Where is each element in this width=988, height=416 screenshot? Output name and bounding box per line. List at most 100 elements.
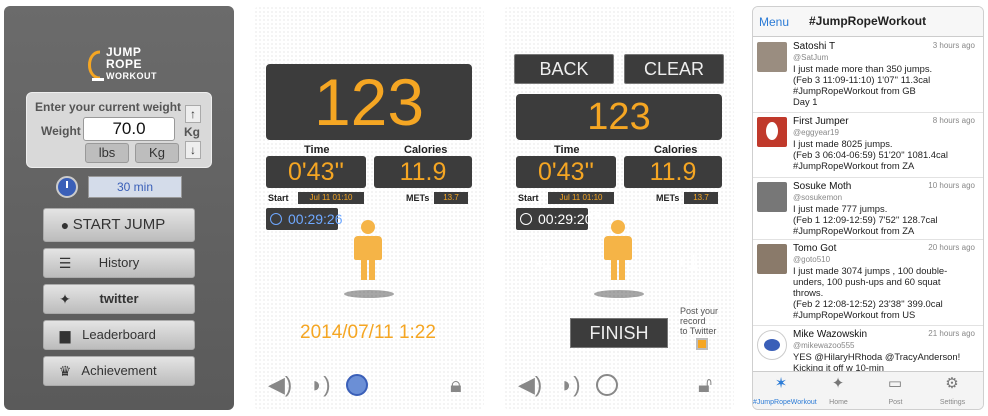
leaderboard-button[interactable]: ▆ Leaderboard — [43, 320, 195, 350]
tweet-author: Mike Wazowskin — [793, 329, 868, 340]
tweet-author: Sosuke Moth — [793, 181, 852, 192]
avatar — [757, 330, 787, 360]
tab-home[interactable]: ✦ Home — [810, 372, 867, 409]
menu-button[interactable]: Menu — [759, 15, 789, 29]
post-to-twitter-checkbox[interactable] — [696, 338, 708, 350]
tweet-item[interactable]: Satoshi T @SatJum 3 hours ago I just mad… — [753, 38, 983, 113]
twitter-button[interactable]: ✦ twitter — [43, 284, 195, 314]
weight-up-button[interactable]: ↑ — [185, 105, 201, 123]
elapsed-value: 00:29:26 — [288, 211, 343, 227]
unit-lbs-button[interactable]: lbs — [85, 143, 129, 163]
avatar — [757, 182, 787, 212]
unit-kg-button[interactable]: Kg — [135, 143, 179, 163]
voice-icon[interactable]: ◗) — [310, 372, 331, 398]
timer-value[interactable]: 30 min — [88, 176, 182, 198]
start-jump-button[interactable]: ● START JUMP — [43, 208, 195, 242]
speaker-icon[interactable]: ◀) — [518, 372, 542, 398]
weight-label: Weight — [41, 124, 81, 138]
jumper-figure — [602, 220, 634, 282]
tweet-item[interactable]: First Jumper @eggyear19 8 hours ago I ju… — [753, 113, 983, 178]
jump-count: 123 — [266, 64, 472, 140]
logo-line-3: WORKOUT — [106, 71, 157, 81]
elapsed-timer: 00:29:26 — [266, 208, 343, 230]
back-button[interactable]: BACK — [514, 54, 614, 84]
lock-icon[interactable]: 🔒︎ — [450, 372, 462, 398]
post-record-label: Post your record to Twitter — [680, 306, 719, 336]
weight-input[interactable]: 70.0 — [83, 117, 175, 141]
unlock-icon[interactable]: 🔓︎ — [698, 372, 712, 398]
calories-label: Calories — [654, 144, 698, 156]
tweet-author: Satoshi T — [793, 41, 836, 52]
minus-one-button[interactable]: -1 — [536, 252, 554, 275]
hashtag-icon: ✶ — [774, 375, 788, 392]
elapsed-value: 00:29:20 — [538, 211, 593, 227]
hashtag-title: #JumpRopeWorkout — [809, 14, 927, 28]
start-jump-label: START JUMP — [72, 216, 166, 233]
stopwatch-icon[interactable] — [346, 374, 368, 396]
jumper-figure — [352, 220, 384, 282]
avatar — [757, 244, 787, 274]
start-label: Start — [518, 193, 539, 203]
jump-count: 123 — [516, 94, 722, 140]
tab-label: Home — [829, 399, 848, 406]
session-datetime: 2014/07/11 1:22 — [300, 322, 436, 343]
tweet-author: First Jumper — [793, 116, 849, 127]
start-label: Start — [268, 193, 289, 203]
screen-jump-counter: 123 Time Calories 0'43'' 11.9 Start Jul … — [254, 6, 484, 410]
tweet-time: 21 hours ago — [928, 329, 975, 338]
speaker-icon[interactable]: ◀) — [268, 372, 292, 398]
tweet-handle: @SatJum — [793, 53, 829, 62]
avatar — [757, 42, 787, 72]
tweet-text: I just made 3074 jumps , 100 double- und… — [793, 265, 948, 320]
achievement-button[interactable]: ♛ Achievement — [43, 356, 195, 386]
screen-record-edit: BACK CLEAR 123 Time Calories 0'43'' 11.9… — [504, 6, 734, 410]
history-label: History — [98, 255, 140, 270]
tweet-handle: @eggyear19 — [793, 128, 839, 137]
clear-button[interactable]: CLEAR — [624, 54, 724, 84]
tweet-text: YES @HilaryHRhoda @TracyAnderson! Kickin… — [793, 351, 961, 373]
mets-value: 13.7 — [434, 192, 468, 204]
voice-icon[interactable]: ◗) — [560, 372, 581, 398]
tab-settings[interactable]: ⚙ Settings — [924, 372, 981, 409]
tweet-time: 20 hours ago — [928, 243, 975, 252]
screen-twitter-feed: Menu #JumpRopeWorkout Satoshi T @SatJum … — [752, 6, 984, 410]
leaderboard-label: Leaderboard — [82, 327, 156, 342]
tweet-time: 3 hours ago — [932, 41, 975, 50]
logo-line-2: ROPE — [106, 57, 143, 71]
finish-button[interactable]: FINISH — [570, 318, 668, 348]
gear-icon: ⚙ — [945, 375, 959, 392]
timer-setting[interactable]: 30 min — [56, 176, 182, 203]
screen-menu: JUMP ROPE WORKOUT Enter your current wei… — [4, 6, 234, 410]
tweet-text: I just made 777 jumps. (Feb 1 12:09-12:5… — [793, 203, 938, 236]
avatar — [757, 117, 787, 147]
person-icon: ● — [60, 217, 70, 233]
stopwatch-icon — [520, 213, 532, 225]
jumper-shadow — [344, 290, 394, 298]
weight-down-button[interactable]: ↓ — [185, 141, 201, 159]
list-icon: ☰ — [58, 255, 72, 271]
tweet-item[interactable]: Sosuke Moth @sosukemon 10 hours ago I ju… — [753, 178, 983, 240]
tab-post[interactable]: ▭ Post — [867, 372, 924, 409]
mets-label: METs — [406, 193, 430, 203]
twitter-label: twitter — [99, 291, 139, 306]
tab-bar: ✶ #JumpRopeWorkout ✦ Home ▭ Post ⚙ Setti… — [753, 371, 983, 409]
twitter-bird-icon: ✦ — [59, 291, 71, 307]
tweet-item[interactable]: Mike Wazowskin @mikewazoo555 21 hours ag… — [753, 326, 983, 373]
start-value: Jul 11 01:10 — [298, 192, 364, 204]
plus-one-button[interactable]: +1 — [676, 252, 699, 275]
tweet-handle: @mikewazoo555 — [793, 341, 855, 350]
podium-icon: ▆ — [59, 327, 71, 343]
tab-label: Post — [888, 399, 903, 406]
start-value: Jul 11 01:10 — [548, 192, 614, 204]
tab-label: #JumpRopeWorkout — [753, 399, 817, 406]
elapsed-timer: 00:29:20 — [516, 208, 593, 230]
twitter-header: Menu #JumpRopeWorkout — [753, 7, 983, 37]
tweet-text: I just made more than 350 jumps. (Feb 3 … — [793, 63, 933, 107]
tab-hashtag[interactable]: ✶ #JumpRopeWorkout — [753, 372, 817, 409]
history-button[interactable]: ☰ History — [43, 248, 195, 278]
app-logo: JUMP ROPE WORKOUT — [84, 44, 164, 88]
tweet-item[interactable]: Tomo Got @goto510 20 hours ago I just ma… — [753, 240, 983, 326]
mets-label: METs — [656, 193, 680, 203]
stopwatch-icon[interactable] — [596, 374, 618, 396]
time-value: 0'43'' — [266, 156, 366, 188]
